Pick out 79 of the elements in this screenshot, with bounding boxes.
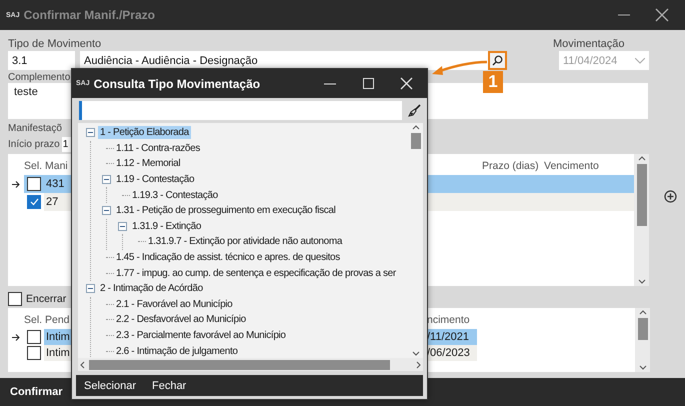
tree-item[interactable]: 1.77 - impug. ao cump. de sentença e especificação de provas a ser: [114, 266, 398, 280]
checkbox-label: Encerrar: [26, 293, 66, 305]
minus-icon: [120, 224, 124, 229]
checkbox[interactable]: [27, 195, 41, 209]
expand-toggle[interactable]: [102, 175, 110, 184]
scroll-thumb[interactable]: [638, 318, 648, 340]
minus-icon: [104, 177, 108, 182]
code-field[interactable]: 3.1: [8, 51, 75, 70]
confirm-button[interactable]: Confirmar: [10, 386, 63, 398]
expand-toggle[interactable]: [102, 206, 110, 216]
minimize-icon: [618, 14, 630, 16]
tree-item[interactable]: 1.45 - Indicação de assist. técnico e apres. de quesitos: [114, 251, 342, 264]
add-icon[interactable]: [664, 190, 677, 203]
close-icon: [400, 77, 412, 90]
close-icon: [655, 8, 669, 22]
tree-item[interactable]: 1.31.9 - Extinção: [130, 220, 204, 233]
tree-item[interactable]: 1.19 - Contestação: [114, 173, 196, 186]
scroll-down-icon[interactable]: [638, 279, 646, 284]
column-header: Prazo (dias): [482, 160, 539, 172]
minus-icon: [88, 286, 92, 292]
minus-icon: [104, 208, 108, 214]
scroll-thumb[interactable]: [410, 133, 420, 149]
window-title: Confirmar Manif./Prazo: [24, 8, 156, 22]
vertical-scrollbar[interactable]: [635, 308, 650, 372]
scroll-down-icon[interactable]: [638, 365, 646, 370]
scroll-left-icon[interactable]: [80, 360, 85, 368]
tree-item[interactable]: 2.2 - Desfavorável ao Município: [114, 313, 248, 326]
column-header: Mani: [44, 160, 68, 172]
tree-item[interactable]: 1 - Petição Elaborada: [98, 126, 191, 140]
column-header: ncimento: [427, 314, 470, 326]
checkbox[interactable]: [27, 330, 41, 344]
field-label: Tipo de Movimento: [8, 38, 102, 50]
scroll-up-icon[interactable]: [638, 156, 646, 161]
scroll-thumb[interactable]: [636, 164, 647, 226]
field-label: Movimentação: [553, 38, 625, 50]
column-header: Sel.: [23, 314, 42, 326]
tree-item[interactable]: 2.6 - Intimação de julgamento: [114, 344, 240, 358]
scroll-right-icon[interactable]: [416, 360, 421, 368]
scroll-up-icon[interactable]: [638, 310, 646, 315]
section-label: Manifestaçõ: [8, 123, 63, 134]
column-header: Pend: [44, 314, 70, 326]
field-label: Complemento: [8, 72, 68, 83]
tree-item[interactable]: 1.11 - Contra-razões: [114, 142, 202, 155]
checkbox[interactable]: [8, 292, 22, 306]
close-dialog-button[interactable]: Fechar: [152, 380, 186, 392]
column-header: Vencimento: [544, 160, 599, 172]
tree-item[interactable]: 2.3 - Parcialmente favorável ao Município: [114, 329, 288, 342]
tree-item[interactable]: 2 - Intimação de Acórdão: [98, 282, 205, 296]
dialog-title: Consulta Tipo Movimentação: [94, 76, 262, 90]
field-label: Início prazo: [8, 139, 60, 150]
tree-item[interactable]: 1.12 - Memorial: [114, 157, 182, 170]
brush-icon[interactable]: [408, 104, 421, 117]
expand-toggle[interactable]: [86, 284, 94, 294]
step-badge: 1: [483, 71, 503, 93]
annotation-arrow: [432, 60, 488, 77]
minus-icon: [88, 130, 92, 136]
search-button[interactable]: [488, 51, 507, 70]
table-cell: /11/2021: [427, 329, 477, 345]
vertical-scrollbar[interactable]: [408, 123, 423, 358]
minimize-icon: [324, 82, 336, 84]
checkbox[interactable]: [27, 177, 41, 191]
start-date-field[interactable]: 1: [62, 137, 71, 152]
horizontal-scrollbar[interactable]: [78, 358, 423, 371]
search-field[interactable]: [79, 101, 402, 120]
scroll-down-icon[interactable]: [412, 351, 420, 356]
scroll-up-icon[interactable]: [412, 125, 420, 130]
tree-item[interactable]: 2.1 - Favorável ao Município: [114, 298, 234, 311]
checkbox[interactable]: [27, 346, 41, 360]
check-icon: [30, 198, 38, 206]
tree-item[interactable]: 1.31.9.7 - Extinção por atividade não autonoma: [146, 235, 344, 248]
expand-toggle[interactable]: [118, 222, 126, 231]
search-icon: [492, 55, 503, 66]
table-cell: /06/2023: [427, 345, 477, 361]
vertical-scrollbar[interactable]: [634, 154, 650, 286]
maximize-icon: [362, 78, 374, 89]
chevron-down-icon: [635, 58, 645, 64]
column-header: Sel.: [23, 160, 42, 172]
expand-toggle[interactable]: [86, 128, 94, 138]
select-button[interactable]: Selecionar: [84, 380, 136, 392]
